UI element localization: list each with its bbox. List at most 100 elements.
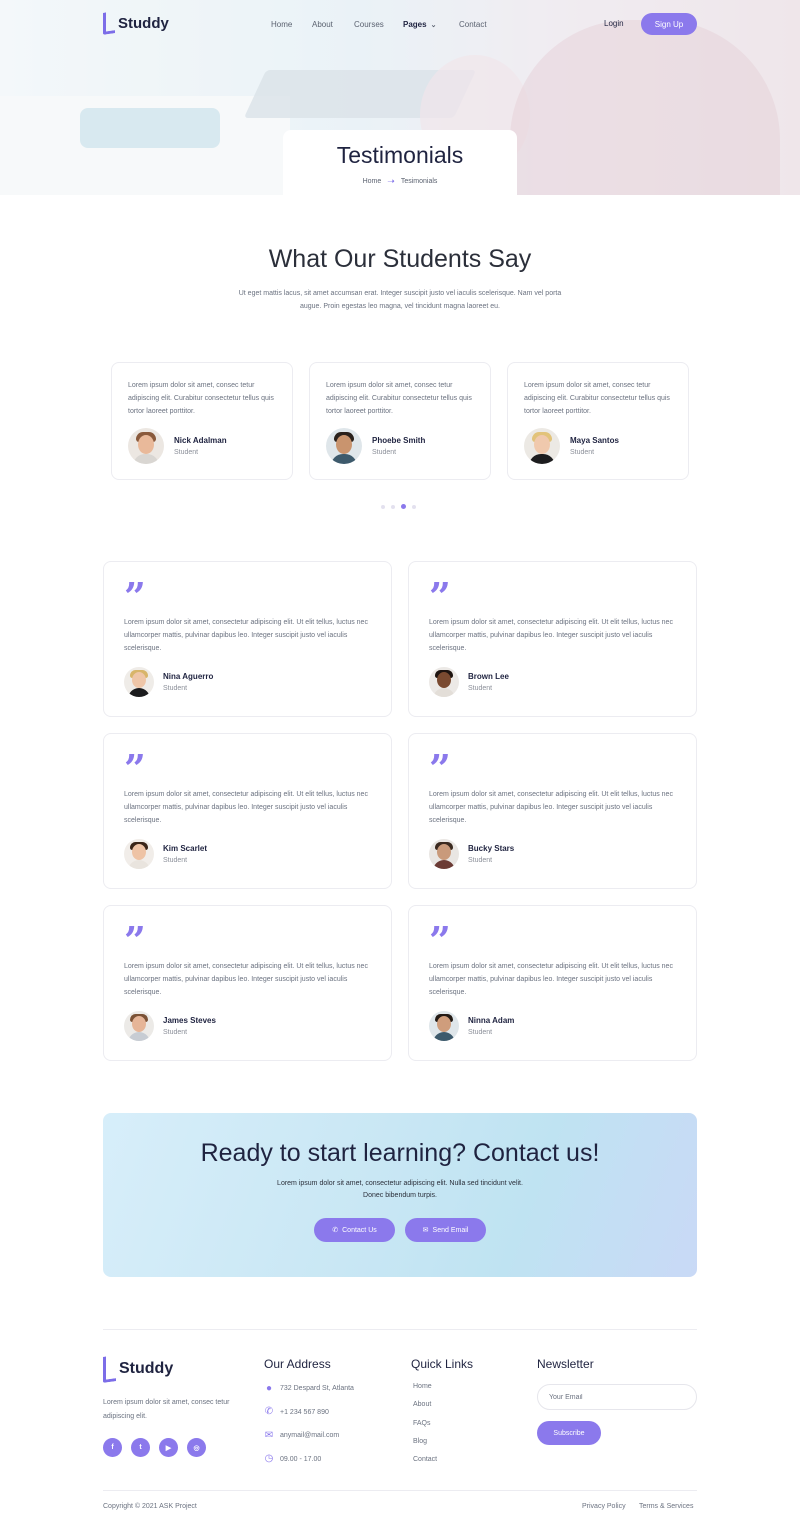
carousel-dot-active[interactable]	[401, 504, 406, 509]
logo-text: Studdy	[119, 1360, 174, 1377]
footer-link-blog[interactable]: Blog	[413, 1438, 437, 1456]
avatar	[326, 428, 362, 464]
carousel-dot[interactable]	[391, 504, 395, 509]
envelope-icon: ✉	[422, 1227, 429, 1234]
quote-icon: ”	[429, 574, 451, 619]
footer-link-faqs[interactable]: FAQs	[413, 1420, 437, 1438]
author-role: Student	[468, 685, 493, 692]
carousel-card: Lorem ipsum dolor sit amet, consec tetur…	[111, 362, 293, 480]
arrow-right-icon: ➝	[387, 176, 395, 186]
cta-buttons: ✆ Contact Us ✉ Send Email	[103, 1218, 697, 1242]
author-name: Ninna Adam	[468, 1016, 515, 1025]
newsletter-email-input[interactable]	[537, 1384, 697, 1410]
logo-text: Studdy	[118, 14, 169, 32]
author-role: Student	[163, 1029, 188, 1036]
envelope-icon: ✉	[264, 1429, 274, 1441]
cta-text: Lorem ipsum dolor sit amet, consectetur …	[277, 1180, 523, 1199]
contact-us-label: Contact Us	[342, 1226, 377, 1234]
clock-icon: ◷	[264, 1453, 274, 1465]
social-links: f t ▶ ◎	[103, 1438, 206, 1457]
address-list: ● 732 Despard St, Atlanta ✆ +1 234 567 8…	[264, 1377, 354, 1471]
author: Bucky Stars Student	[429, 839, 676, 869]
terms-link[interactable]: Terms & Services	[639, 1503, 693, 1510]
nav-pages[interactable]: Pages ⌄	[403, 20, 459, 29]
login-link[interactable]: Login	[604, 19, 624, 28]
testimonial-text: Lorem ipsum dolor sit amet, consectetur …	[124, 619, 368, 652]
instagram-icon[interactable]: ◎	[187, 1438, 206, 1457]
avatar	[429, 1011, 459, 1041]
breadcrumb: Home ➝ Tesimonials	[283, 176, 517, 187]
facebook-icon[interactable]: f	[103, 1438, 122, 1457]
testimonial-text: Lorem ipsum dolor sit amet, consectetur …	[429, 963, 673, 996]
nav-courses[interactable]: Courses	[354, 20, 403, 29]
testimonial-card: ” Lorem ipsum dolor sit amet, consectetu…	[408, 733, 697, 889]
testimonial-card: ” Lorem ipsum dolor sit amet, consectetu…	[408, 905, 697, 1061]
avatar	[429, 839, 459, 869]
nav-contact[interactable]: Contact	[459, 20, 487, 29]
send-email-button[interactable]: ✉ Send Email	[405, 1218, 486, 1242]
breadcrumb-home[interactable]: Home	[363, 178, 382, 185]
nav-about[interactable]: About	[312, 20, 354, 29]
footer-logo[interactable]: Studdy	[103, 1355, 174, 1383]
carousel-pagination	[381, 504, 416, 509]
quick-links: Home About FAQs Blog Contact	[413, 1383, 437, 1474]
subscribe-button[interactable]: Subscribe	[537, 1421, 601, 1445]
nav-home[interactable]: Home	[271, 20, 312, 29]
author: Ninna Adam Student	[429, 1011, 676, 1041]
quote-icon: ”	[429, 746, 451, 791]
copyright: Copyright © 2021 ASK Project	[103, 1503, 197, 1510]
author-name: Maya Santos	[570, 436, 619, 445]
send-email-label: Send Email	[432, 1226, 469, 1234]
author-role: Student	[174, 449, 199, 456]
privacy-link[interactable]: Privacy Policy	[582, 1503, 626, 1510]
phone-text[interactable]: +1 234 567 890	[280, 1409, 329, 1416]
author-role: Student	[468, 1029, 493, 1036]
address-row: ● 732 Despard St, Atlanta	[264, 1377, 354, 1401]
site-logo[interactable]: Studdy	[103, 11, 169, 35]
avatar	[124, 1011, 154, 1041]
email-row: ✉ anymail@mail.com	[264, 1424, 354, 1448]
author: Brown Lee Student	[429, 667, 676, 697]
footer-link-home[interactable]: Home	[413, 1383, 437, 1401]
page-title-box: Testimonials Home ➝ Tesimonials	[283, 130, 517, 195]
location-pin-icon: ●	[265, 1382, 273, 1394]
testimonial-card: ” Lorem ipsum dolor sit amet, consectetu…	[103, 905, 392, 1061]
author-name: Nick Adalman	[174, 436, 227, 445]
footer-link-contact[interactable]: Contact	[413, 1456, 437, 1474]
footer-link-about[interactable]: About	[413, 1401, 437, 1419]
signup-button[interactable]: Sign Up	[641, 13, 697, 35]
author: Phoebe Smith Student	[326, 428, 474, 464]
twitter-icon[interactable]: t	[131, 1438, 150, 1457]
author-name: Kim Scarlet	[163, 844, 208, 853]
testimonial-text: Lorem ipsum dolor sit amet, consectetur …	[429, 619, 673, 652]
footer-divider	[103, 1329, 697, 1330]
section-subtitle: Ut eget mattis lacus, sit amet accumsan …	[238, 290, 562, 310]
testimonial-text: Lorem ipsum dolor sit amet, consectetur …	[429, 791, 673, 824]
author: Maya Santos Student	[524, 428, 672, 464]
logo-icon	[103, 1355, 116, 1383]
cta-banner: Ready to start learning? Contact us! Lor…	[103, 1113, 697, 1277]
carousel-card: Lorem ipsum dolor sit amet, consec tetur…	[309, 362, 491, 480]
carousel-card: Lorem ipsum dolor sit amet, consec tetur…	[507, 362, 689, 480]
quick-links-heading: Quick Links	[411, 1357, 474, 1371]
email-text[interactable]: anymail@mail.com	[280, 1432, 339, 1439]
quote-icon: ”	[124, 746, 146, 791]
author: James Steves Student	[124, 1011, 371, 1041]
author-role: Student	[163, 685, 188, 692]
youtube-icon[interactable]: ▶	[159, 1438, 178, 1457]
avatar	[124, 839, 154, 869]
avatar	[429, 667, 459, 697]
testimonial-text: Lorem ipsum dolor sit amet, consectetur …	[124, 791, 368, 824]
quote-icon: ”	[124, 574, 146, 619]
hours-text: 09.00 - 17.00	[280, 1455, 322, 1463]
author-name: Nina Aguerro	[163, 672, 214, 681]
chevron-down-icon: ⌄	[430, 21, 437, 29]
carousel-dot[interactable]	[412, 504, 416, 509]
main-nav: Home About Courses Pages ⌄ Contact	[271, 20, 487, 29]
testimonial-text: Lorem ipsum dolor sit amet, consec tetur…	[326, 382, 472, 415]
carousel-dot[interactable]	[381, 504, 385, 509]
author-name: Phoebe Smith	[372, 436, 426, 445]
contact-us-button[interactable]: ✆ Contact Us	[314, 1218, 395, 1242]
testimonial-text: Lorem ipsum dolor sit amet, consectetur …	[124, 963, 368, 996]
section-title: What Our Students Say	[268, 245, 532, 273]
